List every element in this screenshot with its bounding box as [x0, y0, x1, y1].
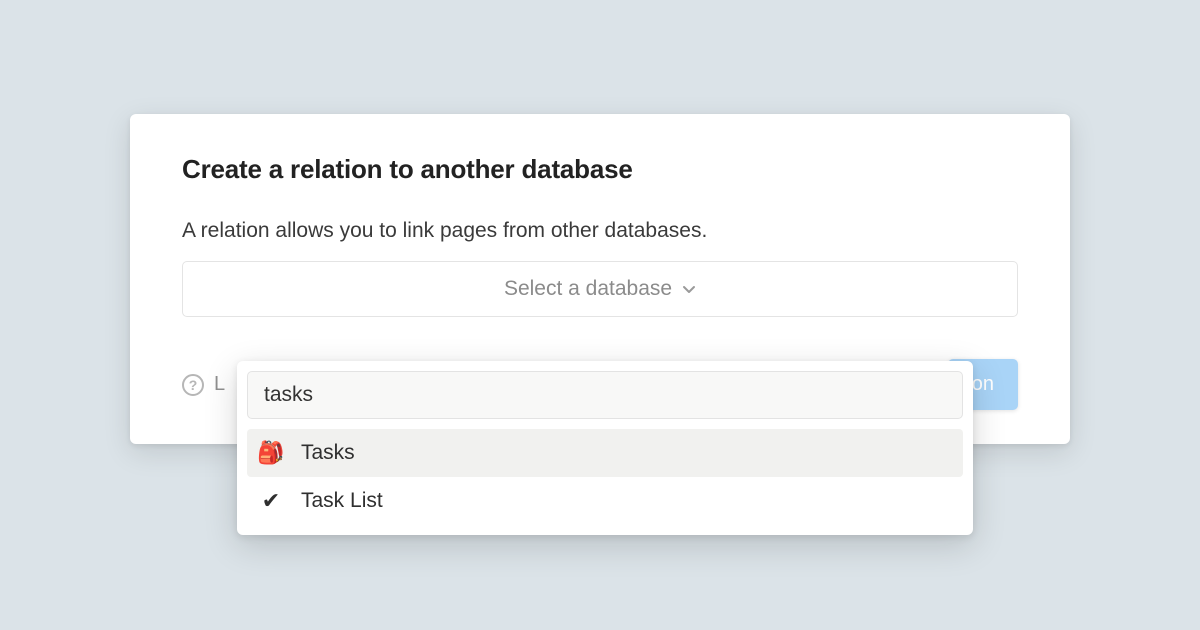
database-search-input[interactable] [247, 371, 963, 419]
select-database-button[interactable]: Select a database [182, 261, 1018, 317]
modal-title: Create a relation to another database [182, 154, 1018, 185]
help-label: L [214, 373, 225, 396]
modal-description: A relation allows you to link pages from… [182, 219, 1018, 243]
backpack-icon: 🎒 [257, 440, 285, 466]
database-option[interactable]: ✔ Task List [247, 477, 963, 525]
select-database-placeholder: Select a database [504, 277, 672, 301]
database-option[interactable]: 🎒 Tasks [247, 429, 963, 477]
database-option-label: Tasks [301, 441, 355, 465]
database-picker-popover: 🎒 Tasks ✔ Task List [237, 361, 973, 535]
database-option-label: Task List [301, 489, 383, 513]
checkmark-icon: ✔ [257, 488, 285, 514]
chevron-down-icon [682, 282, 696, 296]
learn-about-relations-link[interactable]: ? L [182, 373, 225, 396]
help-icon: ? [182, 374, 204, 396]
